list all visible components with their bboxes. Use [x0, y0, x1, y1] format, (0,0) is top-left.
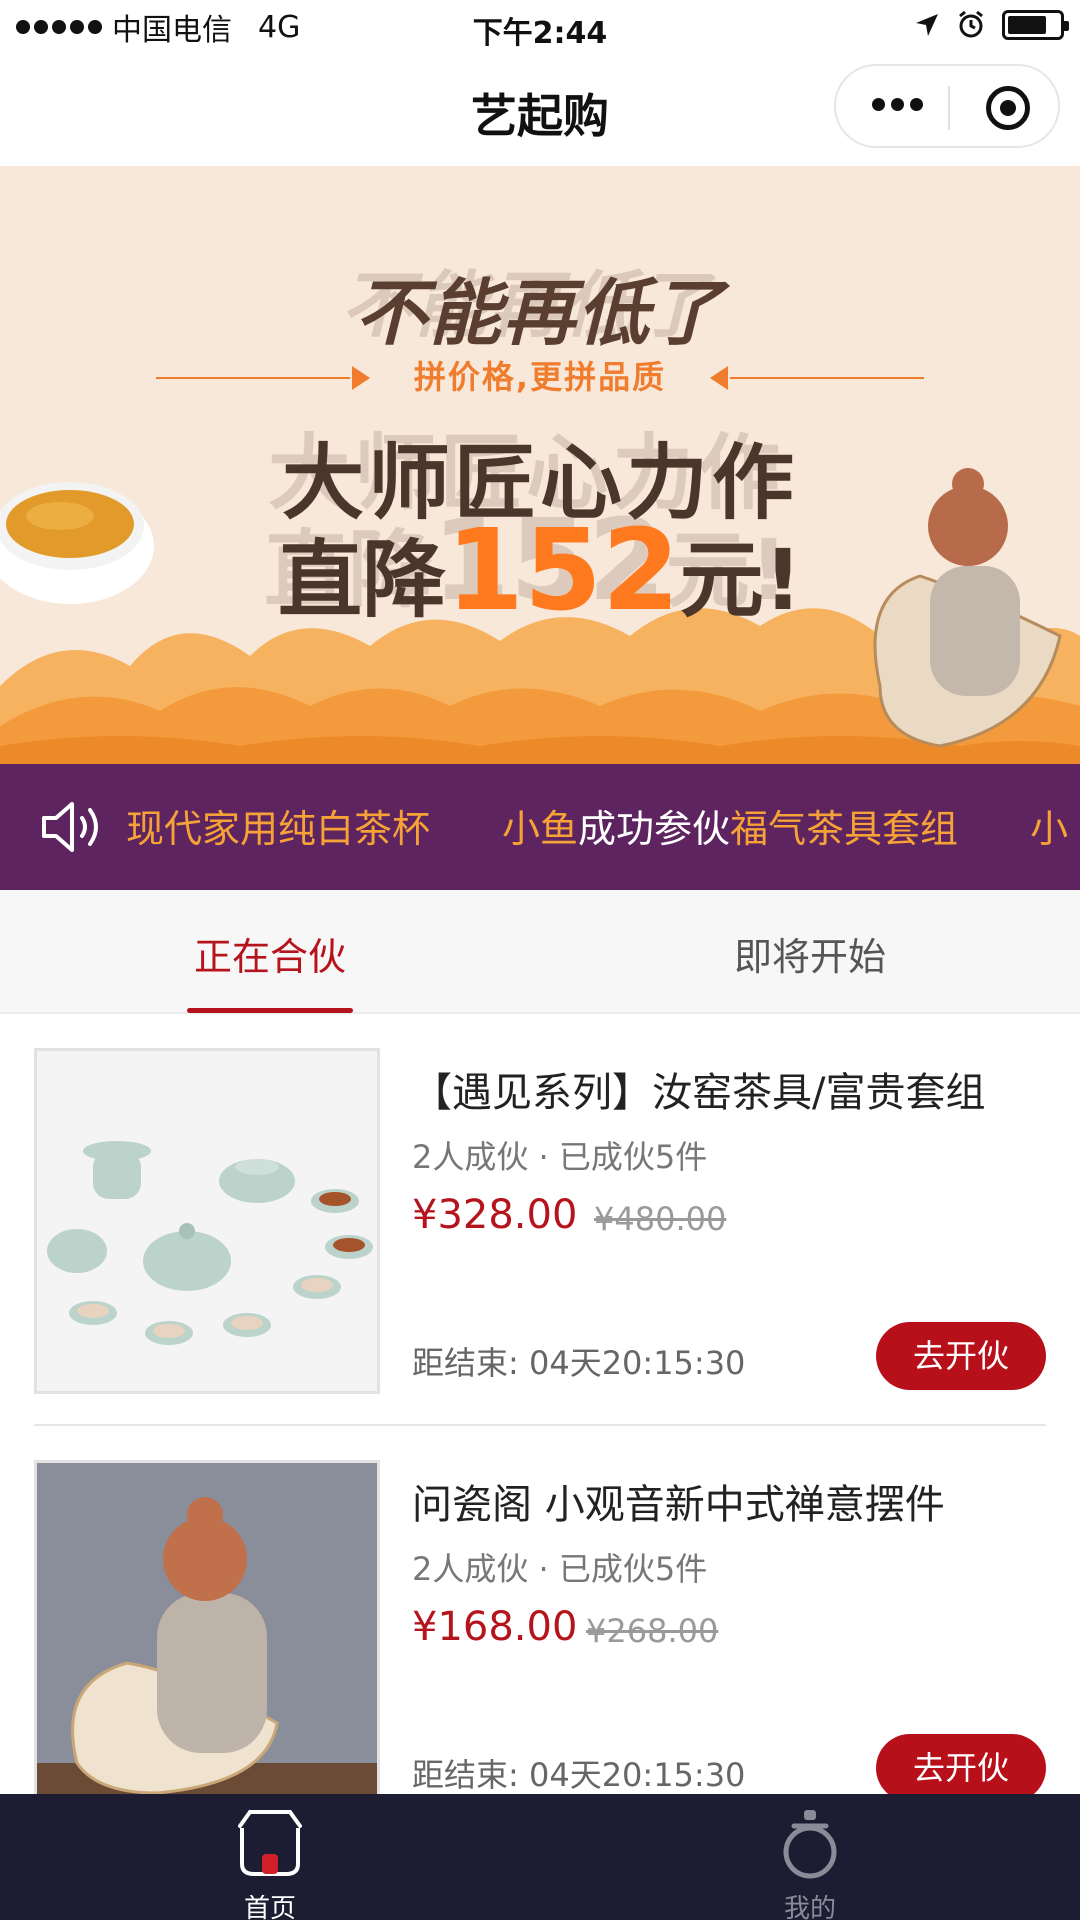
- tabbar-item-home[interactable]: 首页: [0, 1794, 540, 1920]
- active-tab-indicator: [187, 1008, 353, 1013]
- product-group-info: 2人成伙 · 已成伙5件: [412, 1138, 708, 1176]
- product-price: ¥328.00: [412, 1192, 578, 1238]
- ticker-item: 小: [1030, 807, 1069, 851]
- promo-banner[interactable]: 不能再低了 拼价格,更拼品质 大师匠心力作 直降152元!: [0, 166, 1080, 764]
- ticker-item: 小鱼成功参伙福气茶具套组: [502, 807, 959, 851]
- product-price: ¥168.00: [412, 1604, 578, 1650]
- product-image[interactable]: [34, 1460, 380, 1794]
- product-list: 【遇见系列】汝窑茶具/富贵套组 2人成伙 · 已成伙5件 ¥328.00 ¥48…: [0, 1014, 1080, 1794]
- ticker-item: 现代家用纯白茶杯: [126, 807, 431, 851]
- tab-upcoming[interactable]: 即将开始: [540, 926, 1080, 981]
- tabbar-item-mine[interactable]: 我的: [540, 1794, 1080, 1920]
- announcement-ticker: 现代家用纯白茶杯 小鱼成功参伙福气茶具套组 小: [0, 764, 1080, 890]
- location-arrow-icon: [916, 14, 938, 36]
- product-original-price: ¥268.00: [586, 1612, 719, 1650]
- status-right: [914, 10, 1069, 40]
- alarm-clock-icon: [959, 10, 983, 38]
- product-card[interactable]: 问瓷阁 小观音新中式禅意摆件 2人成伙 · 已成伙5件 ¥168.00 ¥268…: [34, 1426, 1046, 1794]
- tabbar-label-mine: 我的: [783, 1894, 836, 1920]
- product-image[interactable]: [34, 1048, 380, 1394]
- banner-discount-prefix: 直降: [277, 531, 446, 629]
- ticker-messages: 现代家用纯白茶杯 小鱼成功参伙福气茶具套组 小: [126, 798, 1068, 853]
- product-original-price: ¥480.00: [594, 1200, 727, 1238]
- banner-subtitle: 拼价格,更拼品质: [413, 358, 667, 396]
- status-bar: 中国电信 4G 下午2:44: [0, 0, 1080, 54]
- profile-teapot-icon: [783, 1810, 837, 1879]
- home-pot-icon: [238, 1810, 302, 1876]
- product-title[interactable]: 问瓷阁 小观音新中式禅意摆件: [412, 1472, 945, 1530]
- tab-ongoing[interactable]: 正在合伙: [0, 926, 540, 981]
- banner-headline: 不能再低了: [354, 271, 725, 355]
- product-card[interactable]: 【遇见系列】汝窑茶具/富贵套组 2人成伙 · 已成伙5件 ¥328.00 ¥48…: [34, 1014, 1046, 1426]
- close-mini-program-icon[interactable]: [986, 86, 1030, 130]
- start-group-button[interactable]: 去开伙: [876, 1322, 1046, 1390]
- navigation-bar: 艺起购: [0, 54, 1080, 166]
- mini-program-capsule: [834, 64, 1060, 148]
- start-group-button[interactable]: 去开伙: [876, 1734, 1046, 1794]
- tabbar-label-home: 首页: [243, 1894, 296, 1920]
- speaker-icon: [42, 802, 98, 852]
- banner-discount-suffix: 元!: [679, 531, 803, 629]
- product-title[interactable]: 【遇见系列】汝窑茶具/富贵套组: [412, 1060, 985, 1118]
- banner-discount: 直降152元!: [0, 506, 1080, 636]
- more-options-icon[interactable]: [872, 98, 923, 111]
- deal-tabs: 正在合伙 即将开始: [0, 890, 1080, 1014]
- bottom-tab-bar: 首页 我的: [0, 1794, 1080, 1920]
- capsule-divider: [948, 86, 950, 130]
- product-countdown: 距结束: 04天20:15:30: [412, 1756, 746, 1794]
- banner-discount-amount: 152: [445, 506, 680, 636]
- product-group-info: 2人成伙 · 已成伙5件: [412, 1550, 708, 1588]
- product-countdown: 距结束: 04天20:15:30: [412, 1344, 746, 1382]
- battery-icon: [1002, 10, 1069, 40]
